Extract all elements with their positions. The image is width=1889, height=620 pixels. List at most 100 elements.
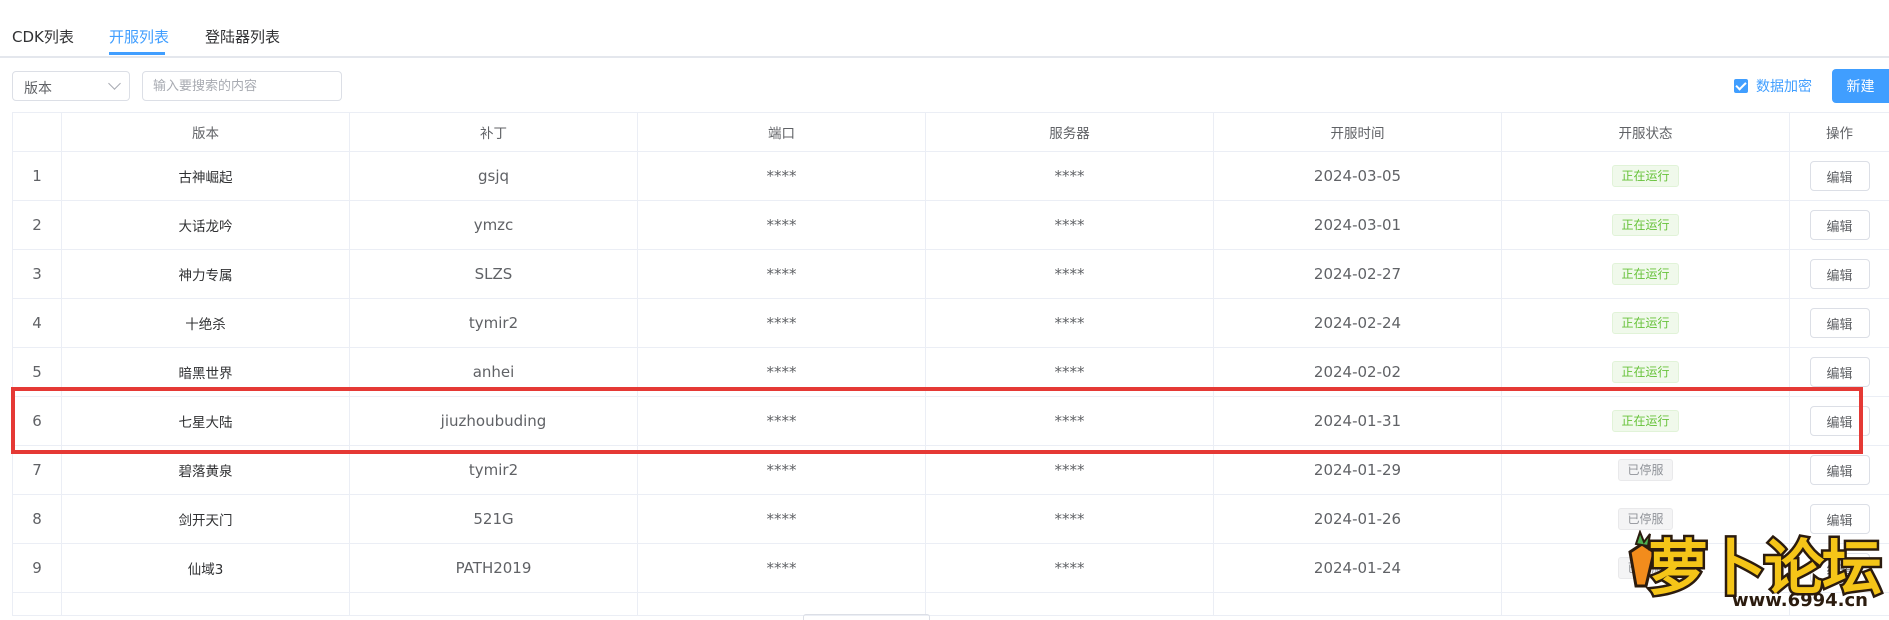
cell-patch: PATH2019	[350, 544, 638, 593]
cell-action: 编辑	[1790, 544, 1889, 593]
status-badge: 正在运行	[1612, 165, 1678, 187]
encrypt-checkbox[interactable]	[1734, 79, 1748, 93]
cell-action: 编辑	[1790, 495, 1889, 544]
new-button[interactable]: 新建	[1832, 69, 1889, 103]
edit-button[interactable]: 编辑	[1810, 553, 1870, 583]
cell-patch: tymir2	[350, 299, 638, 348]
edit-button[interactable]: 编辑	[1810, 210, 1870, 240]
column-header-version: 版本	[62, 113, 350, 152]
table-row: 4十绝杀tymir2********2024-02-24正在运行编辑	[13, 299, 1889, 348]
cell-status: 正在运行	[1502, 152, 1790, 201]
edit-button[interactable]: 编辑	[1810, 308, 1870, 338]
table-row: 7碧落黄泉tymir2********2024-01-29已停服编辑	[13, 446, 1889, 495]
filter-select[interactable]: 版本	[12, 71, 130, 101]
edit-button[interactable]: 编辑	[1810, 161, 1870, 191]
cell-index: 4	[13, 299, 62, 348]
cell-action: 编辑	[1790, 299, 1889, 348]
cell-patch: 521G	[350, 495, 638, 544]
cell-action: 编辑	[1790, 397, 1889, 446]
cell-version: 七星大陆	[62, 397, 350, 446]
cell-status: 已停服	[1502, 446, 1790, 495]
table-header-row: 版本 补丁 端口 服务器 开服时间 开服状态 操作	[13, 113, 1889, 152]
cell-open-time: 2024-03-01	[1214, 201, 1502, 250]
edit-button[interactable]: 编辑	[1810, 504, 1870, 534]
empty-cell	[638, 593, 926, 616]
column-header-port: 端口	[638, 113, 926, 152]
empty-cell	[1502, 593, 1790, 616]
cell-action: 编辑	[1790, 348, 1889, 397]
horizontal-scrollbar[interactable]	[803, 614, 930, 620]
tab-launcher-list[interactable]: 登陆器列表	[205, 26, 280, 47]
empty-cell	[1214, 593, 1502, 616]
cell-server: ****	[926, 250, 1214, 299]
cell-open-time: 2024-02-27	[1214, 250, 1502, 299]
status-badge: 正在运行	[1612, 410, 1678, 432]
cell-status: 正在运行	[1502, 348, 1790, 397]
column-header-status: 开服状态	[1502, 113, 1790, 152]
cell-index: 8	[13, 495, 62, 544]
tab-bar: CDK列表 开服列表 登陆器列表	[0, 0, 1889, 58]
column-header-open-time: 开服时间	[1214, 113, 1502, 152]
tab-server-list[interactable]: 开服列表	[109, 26, 169, 47]
cell-patch: jiuzhoubuding	[350, 397, 638, 446]
status-badge: 已停服	[1618, 557, 1672, 579]
table-row: 6七星大陆jiuzhoubuding********2024-01-31正在运行…	[13, 397, 1889, 446]
cell-action: 编辑	[1790, 250, 1889, 299]
cell-patch: SLZS	[350, 250, 638, 299]
cell-version: 十绝杀	[62, 299, 350, 348]
cell-port: ****	[638, 152, 926, 201]
cell-action: 编辑	[1790, 446, 1889, 495]
cell-open-time: 2024-02-24	[1214, 299, 1502, 348]
status-badge: 已停服	[1618, 459, 1672, 481]
cell-version: 古神崛起	[62, 152, 350, 201]
cell-server: ****	[926, 446, 1214, 495]
cell-server: ****	[926, 397, 1214, 446]
cell-port: ****	[638, 201, 926, 250]
cell-port: ****	[638, 250, 926, 299]
cell-version: 神力专属	[62, 250, 350, 299]
cell-status: 正在运行	[1502, 250, 1790, 299]
cell-patch: ymzc	[350, 201, 638, 250]
empty-cell	[1790, 593, 1889, 616]
cell-open-time: 2024-01-24	[1214, 544, 1502, 593]
edit-button[interactable]: 编辑	[1810, 406, 1870, 436]
cell-open-time: 2024-01-31	[1214, 397, 1502, 446]
search-input[interactable]	[142, 71, 342, 101]
table-row	[13, 593, 1889, 616]
table-row: 9仙域3PATH2019********2024-01-24已停服编辑	[13, 544, 1889, 593]
tab-cdk-list[interactable]: CDK列表	[12, 26, 74, 47]
cell-status: 正在运行	[1502, 299, 1790, 348]
status-badge: 正在运行	[1612, 312, 1678, 334]
empty-cell	[350, 593, 638, 616]
encrypt-toggle[interactable]: 数据加密	[1734, 77, 1812, 95]
edit-button[interactable]: 编辑	[1810, 357, 1870, 387]
cell-port: ****	[638, 348, 926, 397]
cell-server: ****	[926, 495, 1214, 544]
cell-port: ****	[638, 397, 926, 446]
table-row: 2大话龙吟ymzc********2024-03-01正在运行编辑	[13, 201, 1889, 250]
active-tab-indicator	[109, 52, 165, 55]
cell-action: 编辑	[1790, 152, 1889, 201]
encrypt-label: 数据加密	[1756, 76, 1812, 96]
column-header-index	[13, 113, 62, 152]
cell-status: 已停服	[1502, 495, 1790, 544]
status-badge: 已停服	[1618, 508, 1672, 530]
cell-index: 5	[13, 348, 62, 397]
edit-button[interactable]: 编辑	[1810, 455, 1870, 485]
edit-button[interactable]: 编辑	[1810, 259, 1870, 289]
cell-version: 仙域3	[62, 544, 350, 593]
cell-version: 大话龙吟	[62, 201, 350, 250]
cell-action: 编辑	[1790, 201, 1889, 250]
cell-open-time: 2024-01-26	[1214, 495, 1502, 544]
cell-server: ****	[926, 299, 1214, 348]
cell-port: ****	[638, 299, 926, 348]
cell-server: ****	[926, 348, 1214, 397]
chevron-down-icon	[108, 77, 121, 90]
server-table: 版本 补丁 端口 服务器 开服时间 开服状态 操作 1古神崛起gsjq*****…	[12, 112, 1889, 616]
filter-select-value: 版本	[24, 78, 52, 98]
cell-index: 9	[13, 544, 62, 593]
table-row: 1古神崛起gsjq********2024-03-05正在运行编辑	[13, 152, 1889, 201]
column-header-server: 服务器	[926, 113, 1214, 152]
cell-version: 碧落黄泉	[62, 446, 350, 495]
status-badge: 正在运行	[1612, 214, 1678, 236]
